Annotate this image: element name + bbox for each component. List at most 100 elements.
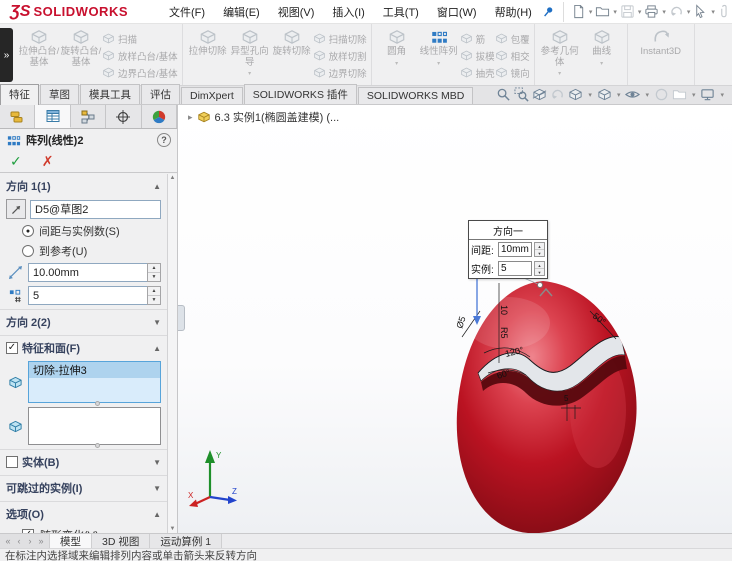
callout-spacing-input[interactable]: 10mm: [498, 242, 532, 257]
section-direction2[interactable]: 方向 2(2) ▼: [0, 309, 167, 333]
menu-item-insert[interactable]: 插入(I): [323, 1, 373, 23]
listbox-resize-handle[interactable]: [94, 401, 100, 406]
scroll-down-icon[interactable]: ▼: [170, 526, 176, 532]
scroll-right-icon[interactable]: ›: [25, 536, 35, 546]
section-features-faces[interactable]: ✓ 特征和面(F) ▲: [0, 335, 167, 359]
ribbon-button-lofted-cut[interactable]: 放样切割: [313, 47, 367, 64]
ribbon-button-reference-geometry[interactable]: 参考几何体 ▾: [539, 27, 581, 80]
spinner-up-icon[interactable]: ▲: [148, 287, 160, 296]
features-faces-checkbox[interactable]: ✓: [6, 342, 18, 354]
dropdown-icon[interactable]: ▾: [600, 59, 603, 70]
ok-button[interactable]: ✓: [10, 153, 22, 170]
display-style-icon[interactable]: [597, 87, 612, 102]
tab-features[interactable]: 特征: [0, 84, 39, 105]
ribbon-button-curves[interactable]: 曲线 ▾: [581, 27, 623, 69]
direction-reference-field[interactable]: D5@草图2: [30, 199, 161, 219]
ribbon-button-mirror[interactable]: 镜向: [495, 64, 530, 81]
panel-collapse-strip[interactable]: »: [0, 28, 13, 82]
spinner-down-icon[interactable]: ▼: [535, 269, 544, 275]
undo-dropdown-icon[interactable]: ▾: [685, 8, 693, 16]
listbox-resize-handle[interactable]: [94, 443, 100, 448]
cancel-button[interactable]: ✗: [42, 153, 54, 170]
section-options[interactable]: 选项(O) ▲: [0, 501, 167, 525]
callout-spacing-stepper[interactable]: ▲ ▼: [534, 242, 545, 257]
tab-sketch[interactable]: 草图: [40, 84, 79, 104]
pm-tab-featuremanager[interactable]: [0, 105, 36, 128]
tab-motion-study[interactable]: 运动算例 1: [150, 534, 223, 548]
menu-item-tools[interactable]: 工具(T): [374, 1, 428, 23]
view-settings-icon[interactable]: [700, 87, 715, 102]
spinner-down-icon[interactable]: ▼: [148, 273, 160, 281]
menu-item-file[interactable]: 文件(F): [160, 1, 214, 23]
scroll-last-icon[interactable]: »: [36, 536, 46, 546]
ribbon-button-boundary-cut[interactable]: 边界切除: [313, 64, 367, 81]
ribbon-button-swept-cut[interactable]: 扫描切除: [313, 30, 367, 47]
panel-scrollbar[interactable]: ▲ ▼: [167, 174, 177, 533]
tab-dimxpert[interactable]: DimXpert: [181, 87, 243, 104]
view-settings-dropdown-icon[interactable]: ▾: [718, 91, 726, 99]
hide-show-items-icon[interactable]: [625, 87, 641, 102]
ribbon-button-hole-wizard[interactable]: 异型孔向导 ▾: [229, 27, 271, 80]
callout-anchor[interactable]: [537, 282, 543, 288]
apply-scene-dropdown-icon[interactable]: ▾: [690, 91, 698, 99]
tab-mold-tools[interactable]: 模具工具: [80, 84, 140, 104]
zoom-fit-icon[interactable]: [496, 87, 511, 102]
radio-up-to-reference[interactable]: 到参考(U): [0, 241, 167, 261]
menu-item-edit[interactable]: 编辑(E): [214, 1, 269, 23]
model-egg-part[interactable]: Ø5 10 R5 120° 60° 50° 5: [178, 105, 732, 533]
tab-solidworks-mbd[interactable]: SOLIDWORKS MBD: [357, 87, 474, 104]
print-dropdown-icon[interactable]: ▾: [660, 8, 668, 16]
dropdown-icon[interactable]: ▾: [395, 59, 398, 70]
dimension-height[interactable]: 10: [499, 305, 509, 315]
new-file-dropdown-icon[interactable]: ▾: [587, 8, 595, 16]
ribbon-button-revolved-boss[interactable]: 旋转凸台/基体: [60, 27, 102, 68]
ribbon-button-shell[interactable]: 抽壳: [460, 64, 495, 81]
ribbon-button-extruded-boss[interactable]: 拉伸凸台/基体: [18, 27, 60, 68]
ribbon-button-extruded-cut[interactable]: 拉伸切除: [187, 27, 229, 58]
callout-instances-stepper[interactable]: ▲ ▼: [534, 261, 545, 276]
print-button[interactable]: [643, 2, 660, 22]
ribbon-button-swept-boss[interactable]: 扫描: [102, 30, 178, 47]
spinner-down-icon[interactable]: ▼: [148, 296, 160, 304]
section-bodies[interactable]: 实体(B) ▼: [0, 449, 167, 473]
ribbon-button-boundary-boss[interactable]: 边界凸台/基体: [102, 64, 178, 81]
pattern-direction-button[interactable]: [6, 199, 26, 219]
tab-model[interactable]: 模型: [50, 534, 92, 548]
spinner-up-icon[interactable]: ▲: [535, 262, 544, 269]
ribbon-button-lofted-boss[interactable]: 放样凸台/基体: [102, 47, 178, 64]
tab-3d-views[interactable]: 3D 视图: [92, 534, 151, 548]
rebuild-button[interactable]: [717, 2, 732, 22]
pm-tab-dimxpertmanager[interactable]: [106, 105, 142, 128]
ribbon-button-linear-pattern[interactable]: 线性阵列 ▾: [418, 27, 460, 69]
list-item[interactable]: 切除-拉伸3: [29, 362, 160, 378]
faces-list[interactable]: [28, 407, 161, 448]
zoom-area-icon[interactable]: [514, 87, 530, 102]
ribbon-button-fillet[interactable]: 圆角 ▾: [376, 27, 418, 69]
callout-instances-input[interactable]: 5: [498, 261, 532, 276]
help-icon[interactable]: ?: [157, 133, 171, 147]
dimension-radius[interactable]: R5: [499, 327, 509, 339]
select-dropdown-icon[interactable]: ▾: [709, 8, 717, 16]
hide-show-dropdown-icon[interactable]: ▾: [643, 91, 651, 99]
ribbon-button-wrap[interactable]: 包覆: [495, 30, 530, 47]
dimension-diameter[interactable]: Ø5: [454, 315, 467, 330]
ribbon-button-draft[interactable]: 拔模: [460, 47, 495, 64]
undo-button[interactable]: [668, 2, 685, 22]
spacing-input[interactable]: 10.00mm: [28, 263, 147, 282]
scroll-left-icon[interactable]: ‹: [14, 536, 24, 546]
dropdown-icon[interactable]: ▾: [558, 69, 561, 80]
apply-scene-icon[interactable]: [672, 87, 687, 102]
graphics-viewport[interactable]: ▸ 6.3 实例1(椭圆盖建模) (... Ø5 10 R5 120° 60° …: [178, 105, 732, 533]
view-orientation-dropdown-icon[interactable]: ▾: [586, 91, 594, 99]
section-view-icon[interactable]: [532, 87, 547, 102]
features-list[interactable]: 切除-拉伸3: [28, 361, 161, 406]
menu-item-help[interactable]: 帮助(H): [486, 1, 541, 23]
section-direction1[interactable]: 方向 1(1) ▲: [0, 174, 167, 197]
instance-count-stepper[interactable]: ▲ ▼: [147, 286, 161, 305]
menu-item-view[interactable]: 视图(V): [269, 1, 324, 23]
dropdown-icon[interactable]: ▾: [437, 59, 440, 70]
pm-tab-configurationmanager[interactable]: [70, 105, 107, 128]
dropdown-icon[interactable]: ▾: [248, 69, 251, 80]
ribbon-button-revolved-cut[interactable]: 旋转切除: [271, 27, 313, 58]
spinner-up-icon[interactable]: ▲: [535, 243, 544, 250]
